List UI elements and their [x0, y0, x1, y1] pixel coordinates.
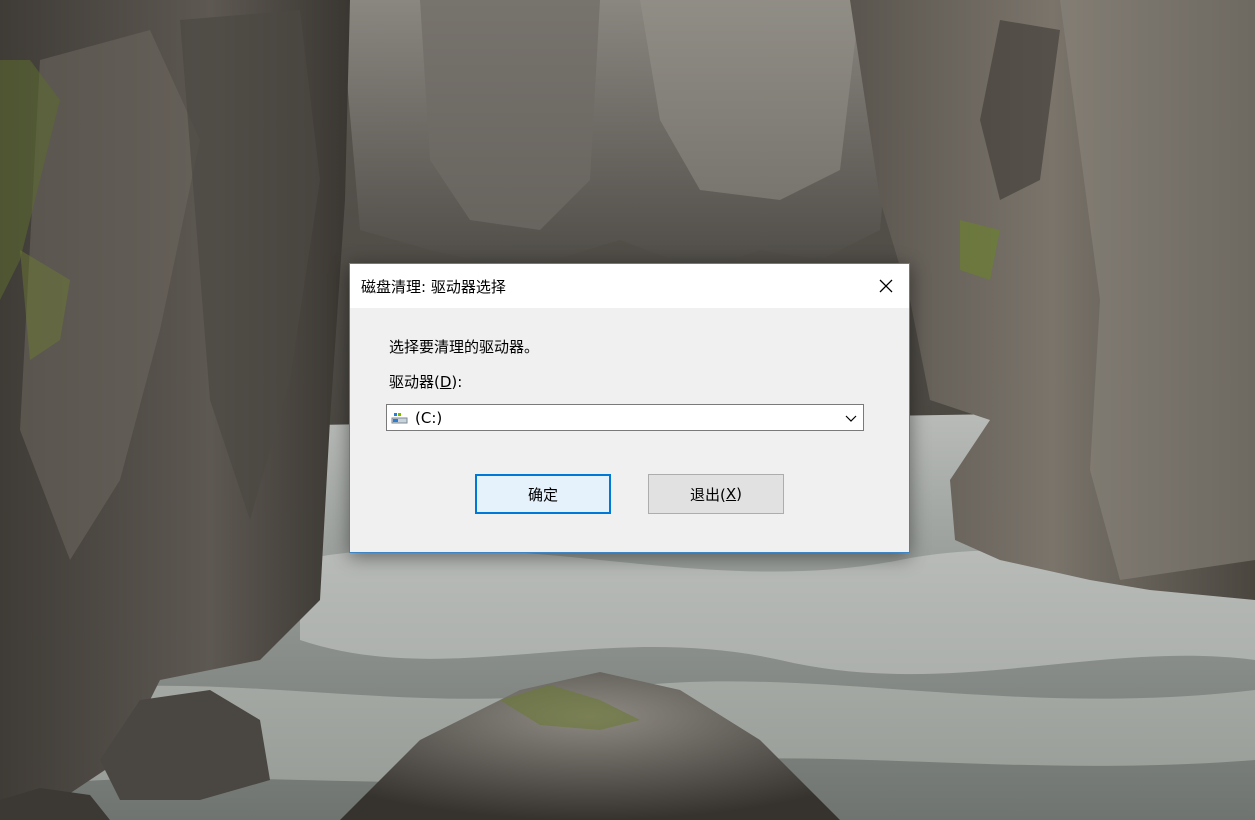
drive-field-label: 驱动器(D): — [389, 371, 462, 392]
chevron-down-icon — [845, 415, 857, 422]
exit-button-accelerator: X — [725, 485, 737, 503]
drive-label-suffix: ): — [451, 373, 463, 391]
dialog-title: 磁盘清理: 驱动器选择 — [361, 278, 506, 296]
exit-button-label-suffix: ) — [736, 485, 742, 503]
drive-dropdown[interactable]: (C:) — [386, 404, 864, 431]
ok-button-label: 确定 — [527, 485, 558, 504]
drive-label-accelerator: D — [439, 373, 452, 391]
drive-label-prefix: 驱动器( — [389, 373, 440, 391]
exit-button[interactable]: 退出(X) — [648, 474, 784, 514]
desktop: 磁盘清理: 驱动器选择 选择要清理的驱动器。 驱动器(D): (C:) 确定 退… — [0, 0, 1255, 820]
close-button[interactable] — [863, 264, 909, 308]
drive-selection-prompt: 选择要清理的驱动器。 — [389, 338, 540, 356]
ok-button[interactable]: 确定 — [475, 474, 611, 514]
dialog-titlebar[interactable]: 磁盘清理: 驱动器选择 — [350, 264, 909, 308]
selected-drive-value: (C:) — [415, 409, 443, 427]
exit-button-label-prefix: 退出( — [690, 485, 726, 504]
close-icon — [879, 279, 893, 293]
disk-cleanup-drive-selection-dialog: 磁盘清理: 驱动器选择 选择要清理的驱动器。 驱动器(D): (C:) 确定 退… — [349, 263, 910, 553]
drive-icon — [391, 413, 408, 424]
